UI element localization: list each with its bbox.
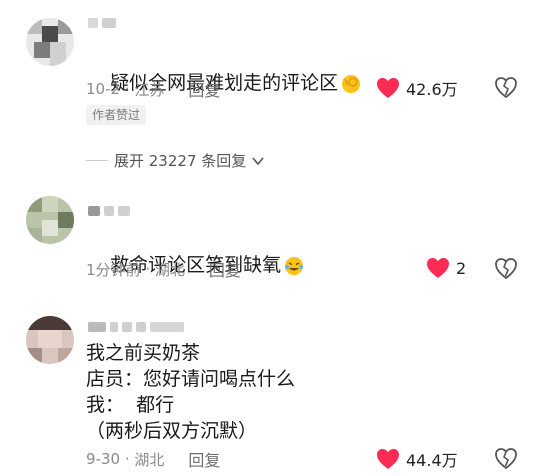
like-button[interactable]: 44.4万 xyxy=(376,447,458,471)
reply-button[interactable]: 回复 xyxy=(188,77,220,101)
comment-text-line: （两秒后双方沉默） xyxy=(86,420,258,442)
comment-text-line: 店员：您好请问喝点什么 xyxy=(86,368,296,390)
comment-meta: 9-30 · 湖北 回复 xyxy=(86,448,220,470)
author-liked-badge: 作者赞过 xyxy=(86,105,147,125)
dislike-heart-icon[interactable] xyxy=(494,447,518,471)
username-blurred[interactable] xyxy=(88,16,116,30)
comment-meta: 10-2 · 江苏 回复 xyxy=(86,78,220,100)
expand-replies-button[interactable]: 展开 23227 条回复 xyxy=(86,150,264,171)
comment-text-line: 我： 都行 xyxy=(86,394,175,416)
heart-icon xyxy=(427,258,449,278)
like-button[interactable]: 2 xyxy=(426,257,466,279)
heart-icon xyxy=(377,78,399,98)
avatar[interactable] xyxy=(26,18,74,66)
username-blurred[interactable] xyxy=(88,320,184,334)
expand-replies-label: 展开 23227 条回复 xyxy=(114,152,247,170)
dislike-heart-icon[interactable] xyxy=(494,76,518,100)
username-blurred[interactable] xyxy=(88,204,130,218)
crying-laughing-emoji-icon xyxy=(285,256,304,275)
reply-button[interactable]: 回复 xyxy=(209,257,241,281)
heart-icon xyxy=(377,449,399,469)
chevron-down-icon xyxy=(252,156,264,165)
like-button[interactable]: 42.6万 xyxy=(376,76,458,100)
like-count: 44.4万 xyxy=(406,451,458,470)
ok-hand-emoji-icon xyxy=(342,74,361,93)
dislike-heart-icon[interactable] xyxy=(494,257,518,281)
comment-text-line: 我之前买奶茶 xyxy=(86,342,201,364)
avatar[interactable] xyxy=(26,196,74,244)
comment-date: 9-30 xyxy=(86,450,121,468)
comment-meta: 1分钟前 · 湖北 回复 xyxy=(86,258,241,280)
avatar[interactable] xyxy=(26,316,74,364)
like-count: 42.6万 xyxy=(406,80,458,99)
comment-date: 1分钟前 xyxy=(86,260,141,279)
reply-button[interactable]: 回复 xyxy=(188,447,220,471)
comment-date: 10-2 xyxy=(86,80,121,98)
comment-location: 湖北 xyxy=(134,450,165,469)
like-count: 2 xyxy=(456,258,467,278)
comment-location: 江苏 xyxy=(134,80,165,99)
divider-line xyxy=(86,160,108,161)
comment-location: 湖北 xyxy=(154,260,185,279)
